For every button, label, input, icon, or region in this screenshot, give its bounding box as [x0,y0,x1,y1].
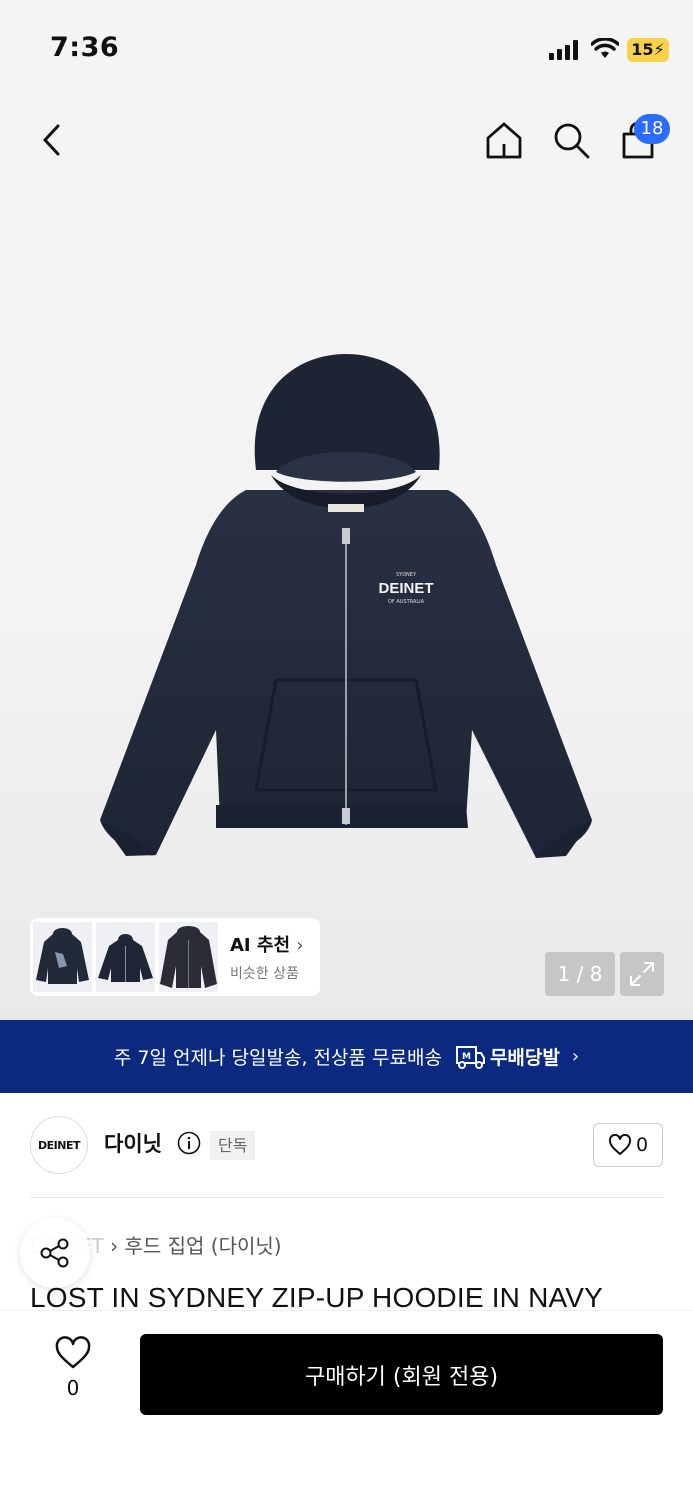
divider [30,1197,663,1198]
delivery-truck-icon: M [455,1045,485,1069]
breadcrumb-category[interactable]: 후드 집업 (다이닛) [124,1234,281,1258]
hoodie-thumb-icon [160,926,217,988]
chevron-right-icon: › [571,1046,580,1067]
battery-indicator: 15⚡ [627,38,669,62]
share-button[interactable] [20,1218,90,1288]
status-time: 7:36 [50,32,120,63]
info-icon[interactable] [177,1131,201,1155]
recommend-thumb[interactable] [96,922,155,992]
image-page-indicator: 1 / 8 [545,952,615,996]
wifi-icon [591,38,619,58]
recommend-thumb[interactable] [33,922,92,992]
chest-print: DEINET [378,580,433,597]
delivery-banner[interactable]: 주 7일 언제나 당일발송, 전상품 무료배송 M 무배당발 › [0,1020,693,1093]
wishlist-count: 0 [66,1376,80,1400]
signal-icon [549,40,578,60]
banner-text: 주 7일 언제나 당일발송, 전상품 무료배송 [113,1047,442,1069]
ai-recommend-title[interactable]: AI 추천 › [230,931,304,957]
svg-text:SYDNEY: SYDNEY [396,572,417,578]
hoodie-thumb-icon [36,928,89,984]
heart-icon [608,1134,631,1155]
brand-like-count: 0 [635,1134,649,1156]
expand-button[interactable] [620,952,664,996]
brand-name[interactable]: 다이닛 [104,1128,162,1158]
recommend-thumb[interactable] [159,922,218,992]
ai-recommend-subtitle: 비슷한 상품 [230,966,299,982]
cart-count-badge: 18 [634,114,670,144]
exclusive-tag: 단독 [210,1131,256,1160]
expand-icon [630,962,654,986]
search-icon [554,123,590,159]
ai-recommend-card[interactable]: AI 추천 › 비슷한 상품 [30,918,320,996]
banner-service: M 무배당발 [454,1043,560,1070]
search-button[interactable] [549,118,593,162]
brand-like-button[interactable]: 0 [593,1123,663,1167]
product-image[interactable]: SYDNEY DEINET OF AUSTRALIA [96,350,596,870]
home-button[interactable] [482,118,526,162]
home-icon [486,122,522,159]
share-icon [40,1238,69,1268]
svg-text:OF AUSTRALIA: OF AUSTRALIA [388,599,425,605]
back-button[interactable] [30,118,74,162]
heart-icon [55,1336,91,1369]
hoodie-thumb-icon [98,934,153,982]
back-icon [43,124,60,156]
wishlist-button[interactable]: 0 [45,1336,101,1406]
svg-text:M: M [462,1052,471,1062]
brand-logo[interactable]: DEINET [30,1116,88,1174]
buy-button[interactable]: 구매하기 (회원 전용) [140,1334,663,1415]
